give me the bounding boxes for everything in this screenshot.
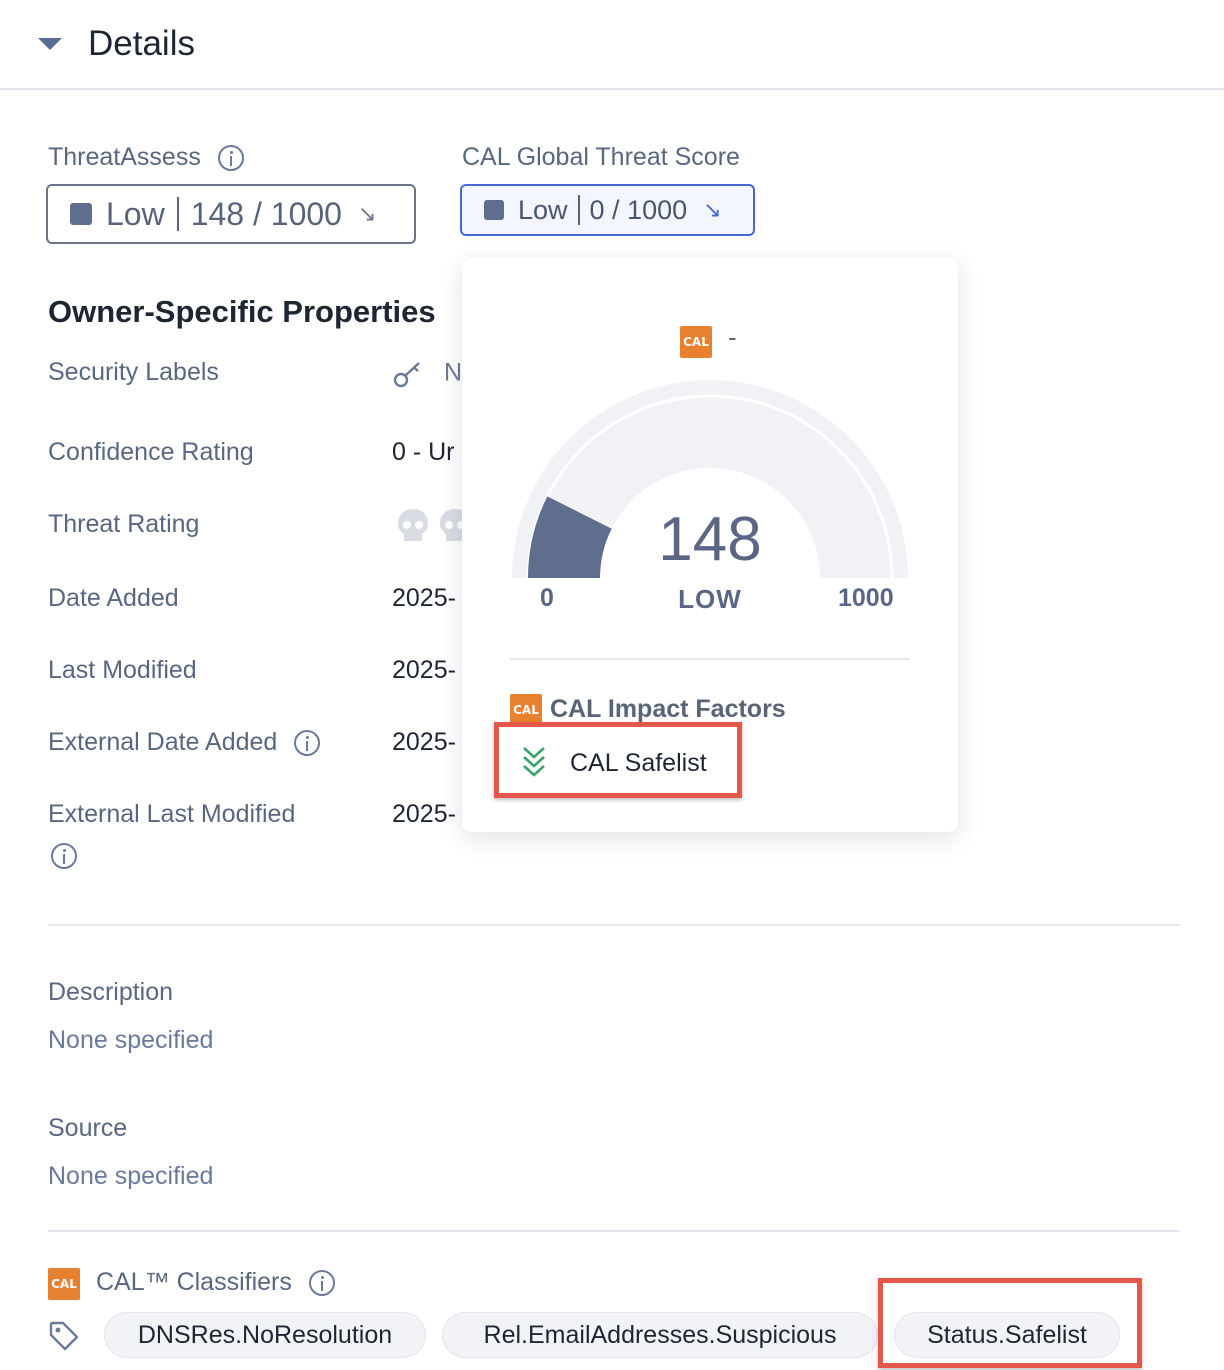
popover-header-value: -	[728, 322, 737, 352]
key-icon	[393, 362, 420, 388]
impact-factors-title: CAL Impact Factors	[550, 695, 786, 723]
description-label: Description	[48, 978, 174, 1006]
threatassess-level: Low	[106, 195, 165, 232]
prop-label-ext-date-added: External Date Added	[48, 728, 321, 757]
highlight-box	[494, 722, 742, 798]
prop-label-ext-last-modified: External Last Modified	[48, 800, 296, 828]
prop-label-security: Security Labels	[48, 358, 219, 386]
classifiers-label-text: CAL™ Classifiers	[96, 1268, 292, 1296]
prop-value-date-added: 2025-	[392, 584, 456, 612]
details-header[interactable]: Details	[0, 0, 1224, 90]
source-value: None specified	[48, 1162, 214, 1190]
pill-divider	[176, 197, 179, 231]
prop-value-security: N	[392, 358, 462, 390]
cal-logo: CAL	[680, 326, 712, 358]
threatassess-score: 148 / 1000	[190, 195, 342, 232]
info-icon[interactable]	[51, 843, 77, 869]
prop-value-confidence: 0 - Ur	[392, 438, 455, 466]
prop-value-ext-last-modified: 2025-	[392, 800, 456, 828]
prop-label-last-modified: Last Modified	[48, 656, 197, 684]
classifier-chip[interactable]: Rel.EmailAddresses.Suspicious	[442, 1312, 878, 1358]
ext-date-added-text: External Date Added	[48, 728, 278, 756]
cal-global-score: 0 / 1000	[589, 194, 688, 225]
threatassess-score-button[interactable]: Low 148 / 1000 ↘	[46, 184, 416, 244]
gauge-value: 148	[658, 505, 762, 574]
cal-logo: CAL	[48, 1268, 80, 1300]
classifiers-label: CAL™ Classifiers	[96, 1268, 335, 1297]
divider	[48, 1230, 1180, 1232]
divider	[48, 924, 1180, 926]
level-square-icon	[70, 203, 92, 225]
threatassess-label-text: ThreatAssess	[48, 143, 201, 171]
details-title: Details	[88, 24, 195, 63]
cal-global-label: CAL Global Threat Score	[462, 143, 740, 171]
classifier-chip[interactable]: DNSRes.NoResolution	[104, 1312, 426, 1358]
gauge-max: 1000	[838, 584, 894, 612]
owner-props-title: Owner-Specific Properties	[48, 294, 436, 329]
arrow-down-right-icon: ↘	[357, 201, 377, 226]
prop-label-confidence: Confidence Rating	[48, 438, 254, 466]
popover-divider	[510, 658, 910, 660]
level-square-icon	[484, 200, 504, 220]
skull-icon	[398, 509, 470, 541]
threatassess-label: ThreatAssess	[48, 143, 244, 172]
tag-icon	[49, 1321, 79, 1351]
prop-label-date-added: Date Added	[48, 584, 179, 612]
cal-score-popover: CAL - 148 LOW 0 1000 CAL CAL Impact Fact…	[462, 258, 958, 832]
info-icon[interactable]	[308, 1270, 335, 1297]
prop-value-last-modified: 2025-	[392, 656, 456, 684]
gauge-level: LOW	[678, 584, 742, 614]
cal-global-level: Low	[518, 194, 568, 225]
source-label: Source	[48, 1114, 128, 1142]
arrow-down-right-icon: ↘	[703, 197, 722, 222]
info-icon[interactable]	[217, 145, 244, 172]
threat-rating-skulls[interactable]	[396, 506, 470, 553]
description-value: None specified	[48, 1026, 214, 1054]
prop-value-ext-date-added: 2025-	[392, 728, 456, 756]
caret-down-icon[interactable]	[38, 38, 62, 50]
gauge-min: 0	[540, 584, 554, 612]
info-icon[interactable]	[294, 730, 321, 757]
cal-global-score-button[interactable]: Low 0 / 1000 ↘	[460, 184, 755, 236]
highlight-box	[878, 1278, 1142, 1368]
security-labels-value: N	[444, 358, 463, 387]
pill-divider	[577, 195, 580, 225]
prop-label-threat-rating: Threat Rating	[48, 510, 200, 538]
